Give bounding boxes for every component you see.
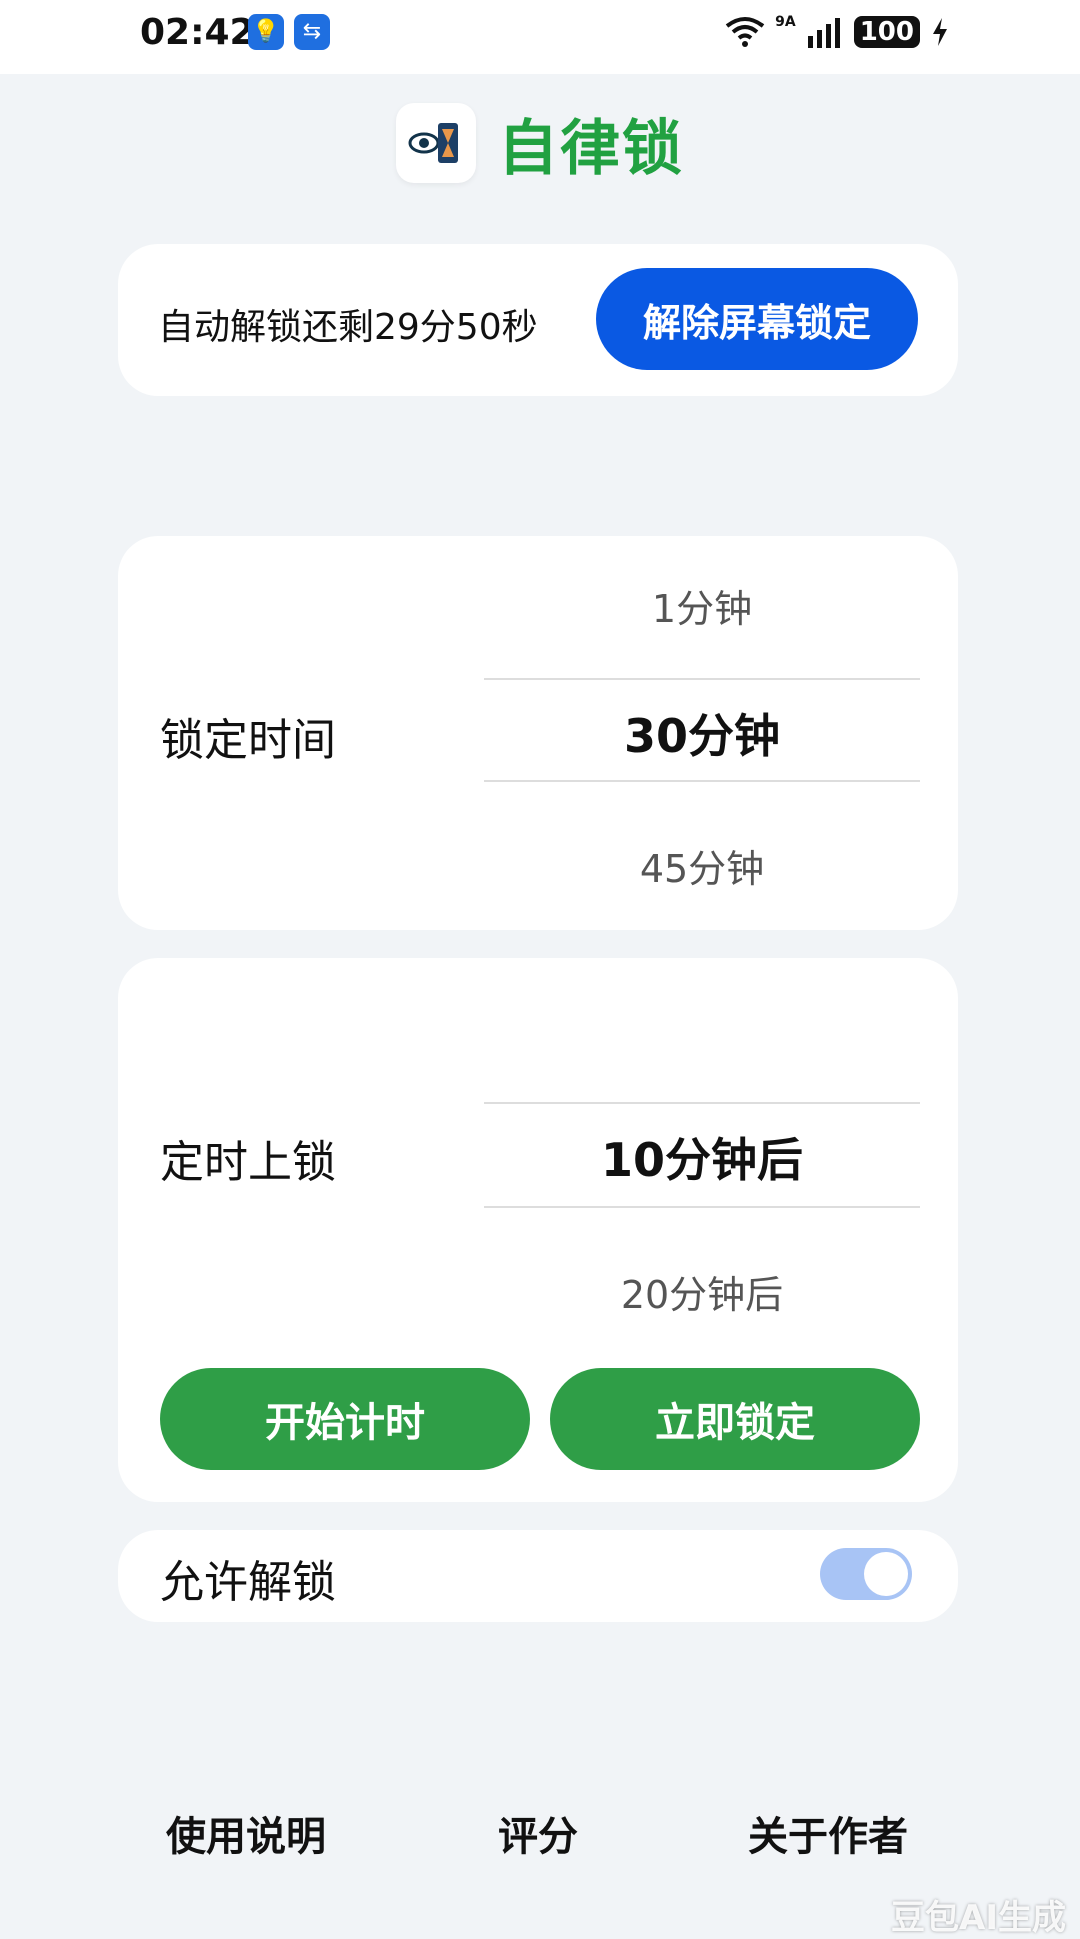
toggle-knob [864, 1552, 908, 1596]
picker-divider [484, 1102, 920, 1104]
wifi-icon [725, 17, 765, 47]
app-header: 自律锁 [0, 98, 1080, 188]
picker-divider [484, 678, 920, 680]
allow-unlock-label: 允许解锁 [160, 1557, 336, 1608]
scheduled-lock-label: 定时上锁 [160, 1137, 336, 1188]
lock-duration-selected[interactable]: 30分钟 [484, 700, 920, 766]
countdown-text: 自动解锁还剩29分50秒 [158, 307, 538, 348]
allow-unlock-card: 允许解锁 [118, 1530, 958, 1622]
status-indicators: 9A 100 [725, 14, 950, 48]
lock-duration-label: 锁定时间 [160, 715, 336, 766]
picker-divider [484, 780, 920, 782]
status-bar: 02:42 💡 ⇆ 9A 100 [0, 0, 1080, 74]
scheduled-lock-option[interactable]: 20分钟后 [484, 1264, 920, 1319]
lock-duration-option[interactable]: 1分钟 [484, 578, 920, 633]
battery-level: 100 [853, 16, 920, 48]
transfer-app-icon: ⇆ [294, 14, 330, 50]
rate-link[interactable]: 评分 [498, 1804, 578, 1862]
app-logo-icon [396, 103, 476, 183]
bulb-app-icon: 💡 [248, 14, 284, 50]
lock-now-button[interactable]: 立即锁定 [550, 1368, 920, 1470]
instructions-link[interactable]: 使用说明 [166, 1804, 326, 1862]
start-timer-button[interactable]: 开始计时 [160, 1368, 530, 1470]
picker-divider [484, 1206, 920, 1208]
app-title: 自律锁 [498, 113, 684, 184]
scheduled-lock-selected[interactable]: 10分钟后 [484, 1124, 920, 1190]
scheduled-lock-card: 定时上锁 10分钟后 20分钟后 开始计时 立即锁定 [118, 958, 958, 1502]
network-type: 9A [775, 14, 796, 30]
status-time: 02:42 [140, 12, 255, 53]
unlock-screen-button[interactable]: 解除屏幕锁定 [596, 268, 918, 370]
allow-unlock-toggle[interactable] [820, 1548, 912, 1600]
lock-duration-card: 锁定时间 1分钟 30分钟 45分钟 [118, 536, 958, 930]
lock-duration-option[interactable]: 45分钟 [484, 838, 920, 893]
countdown-card: 自动解锁还剩29分50秒 解除屏幕锁定 [118, 244, 958, 396]
signal-icon [807, 18, 840, 48]
watermark: 豆包AI生成 [891, 1898, 1066, 1938]
about-author-link[interactable]: 关于作者 [748, 1804, 908, 1862]
charging-icon [933, 18, 947, 46]
